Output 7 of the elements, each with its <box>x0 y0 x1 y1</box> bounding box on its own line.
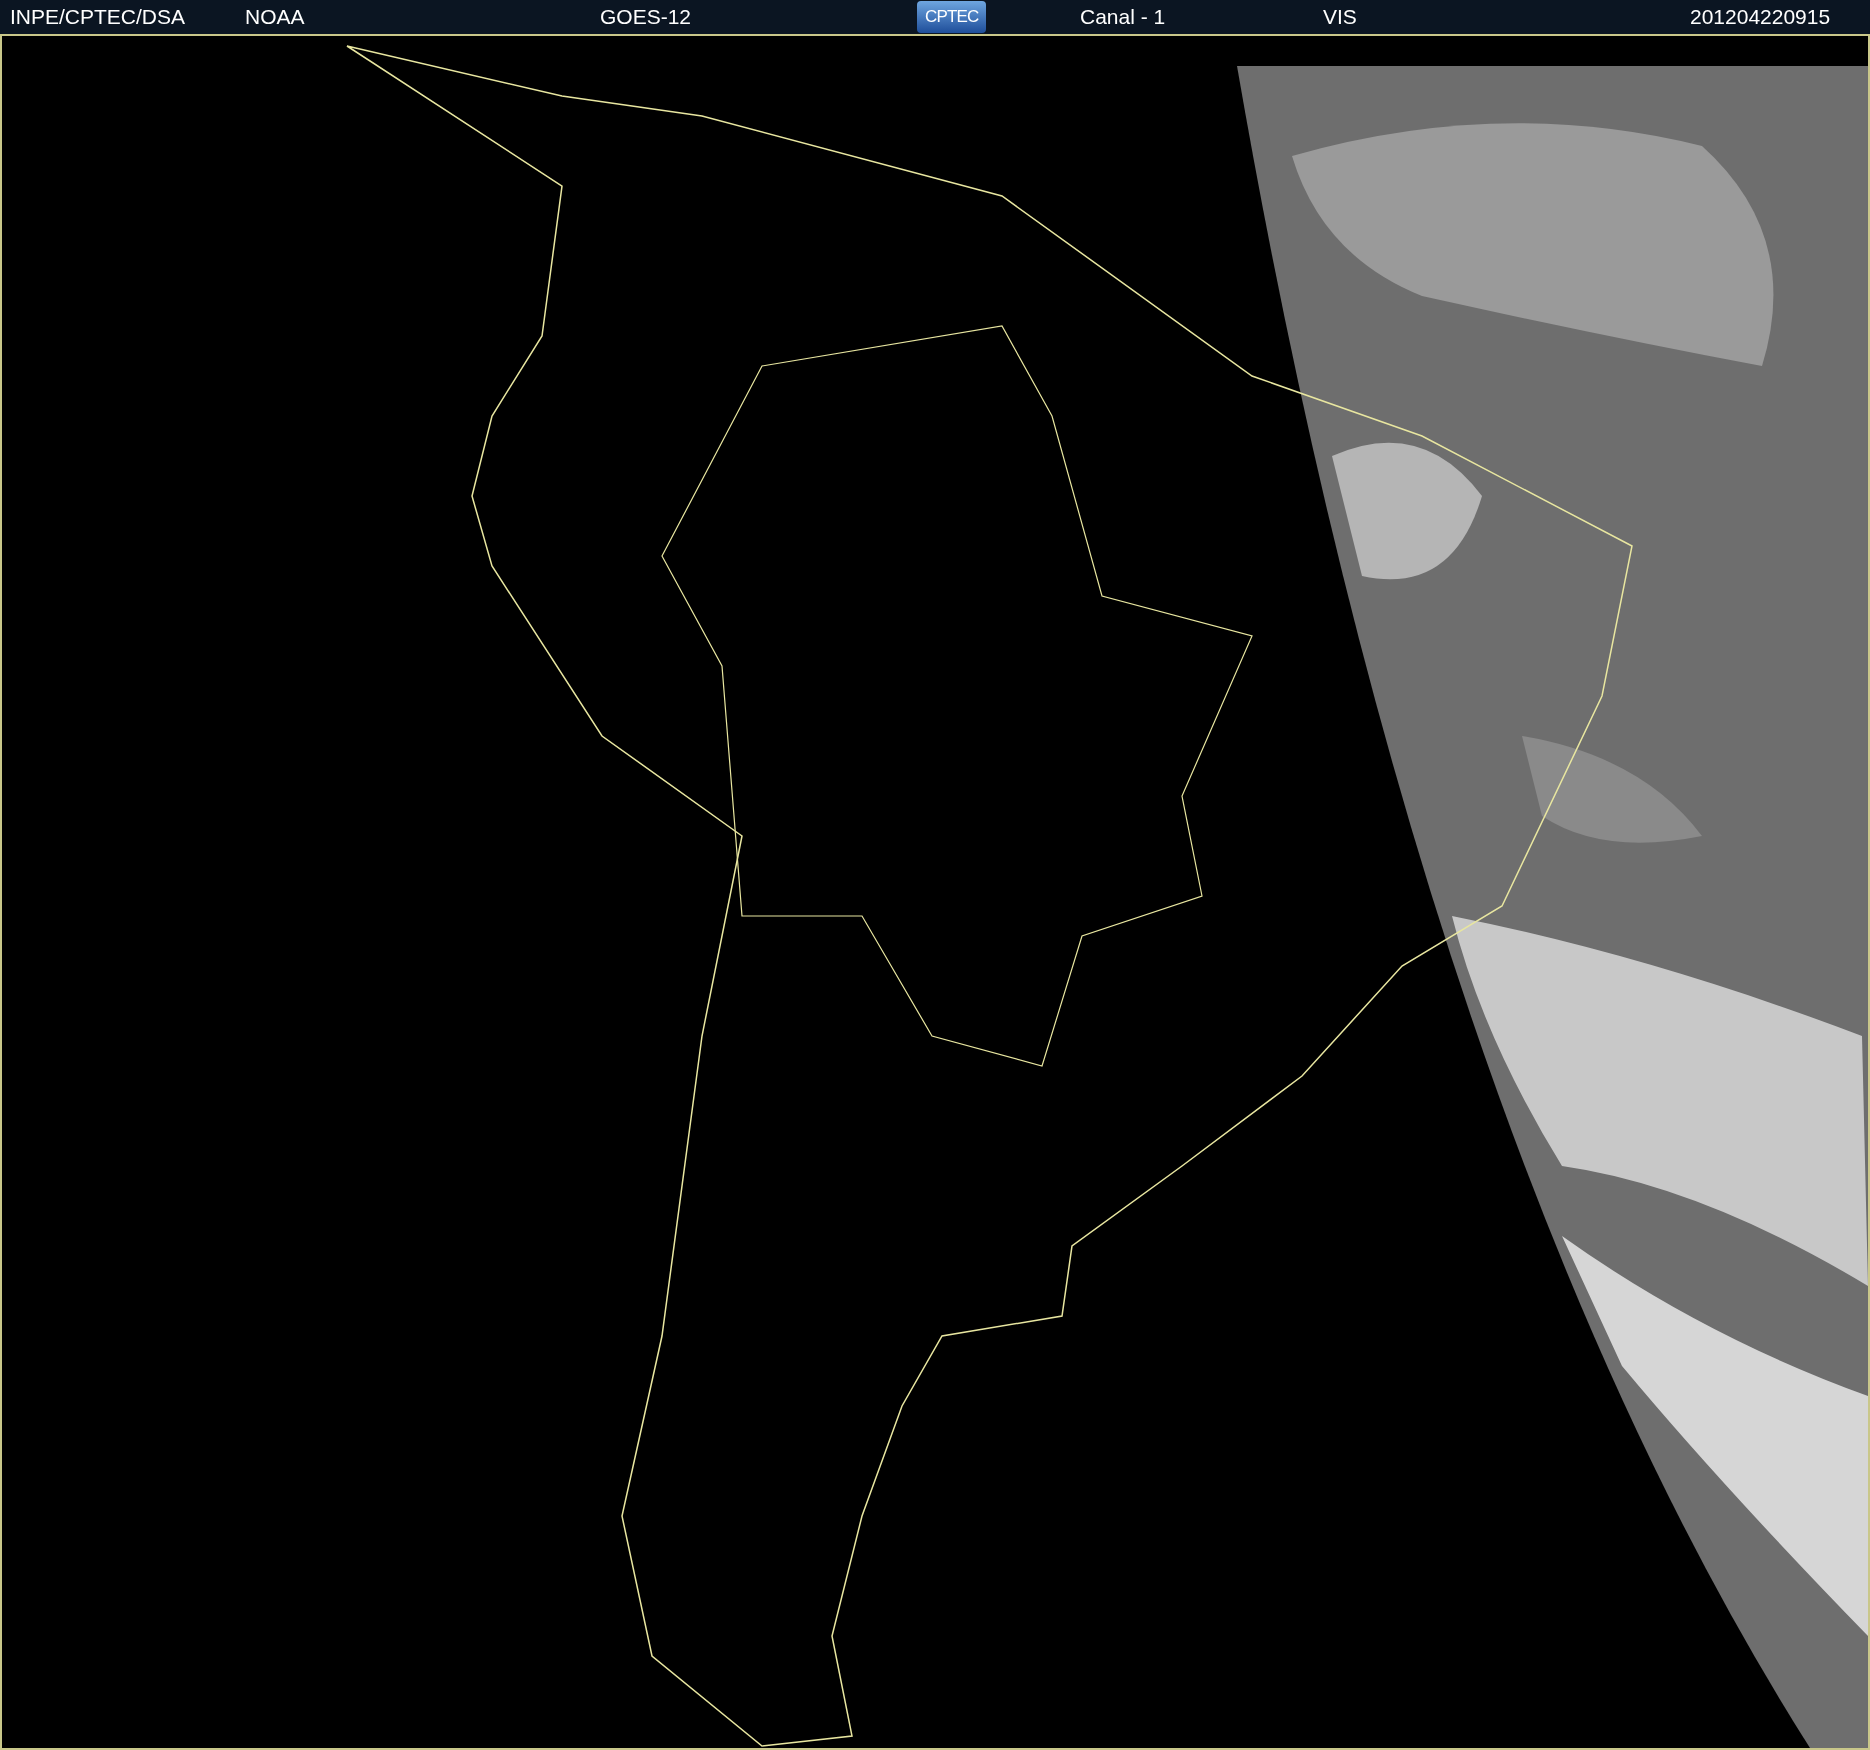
header-label: NOAA <box>245 5 305 29</box>
header-label: GOES-12 <box>600 5 692 29</box>
header-label: Canal - 1 <box>1080 5 1166 29</box>
header-label: 201204220915 <box>1690 5 1831 29</box>
logo: CPTEC <box>917 1 987 33</box>
header-label: INPE/CPTEC/DSA <box>10 5 186 29</box>
header-label: VIS <box>1323 5 1357 29</box>
